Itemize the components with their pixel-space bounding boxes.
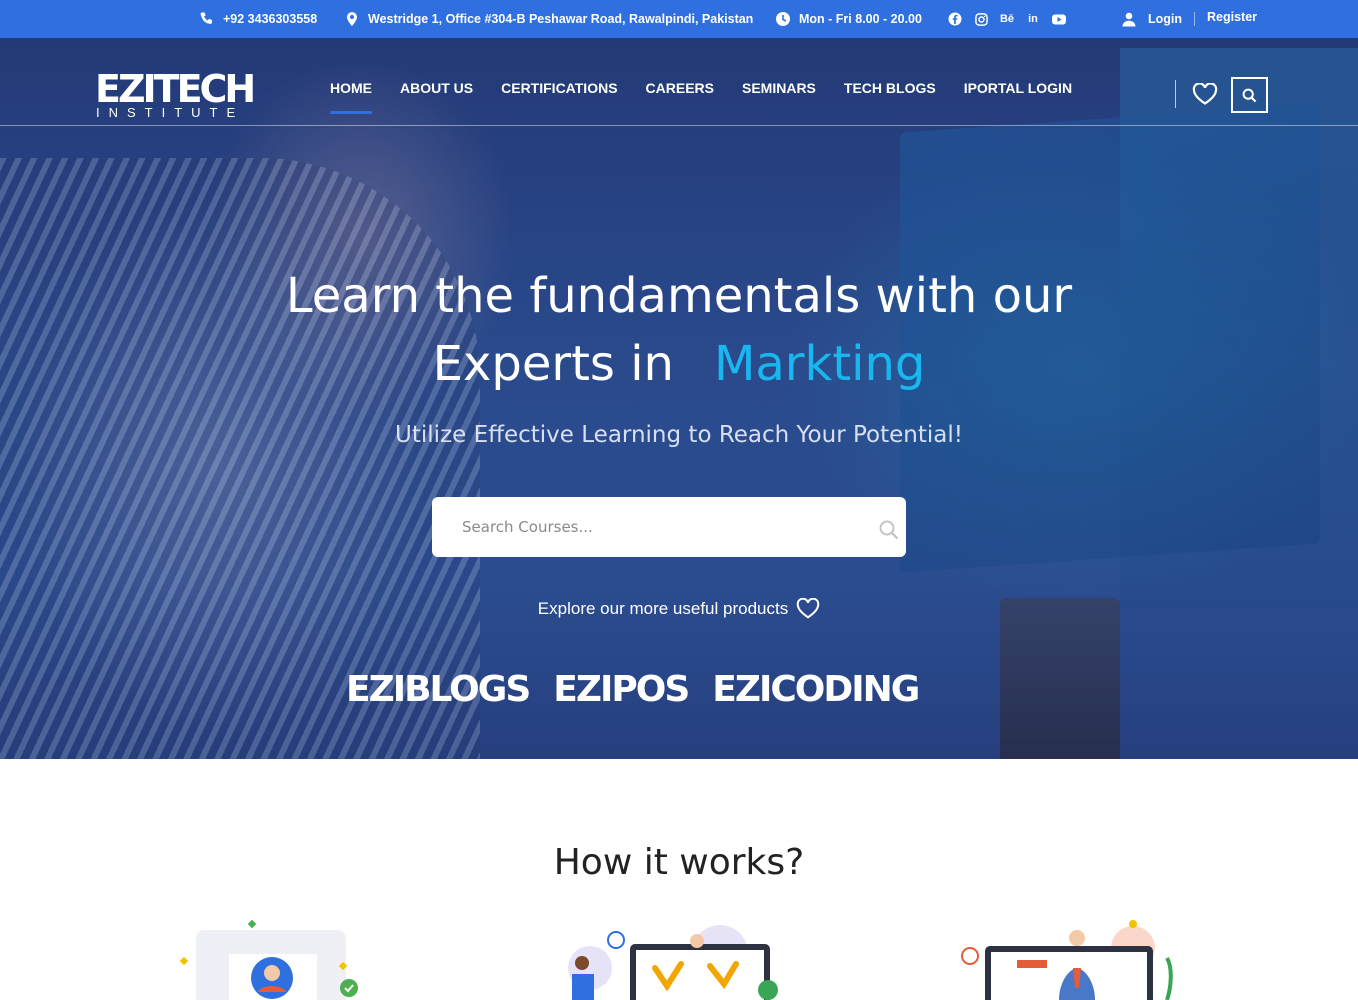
nav-item-certifications[interactable]: CERTIFICATIONS (501, 80, 617, 100)
step2-illustration (560, 918, 790, 1000)
nav-item-seminars[interactable]: SEMINARS (742, 80, 816, 100)
hero-headline-line2-text: Experts in (432, 336, 674, 392)
ezicoding-logo[interactable]: EZICODING (712, 669, 920, 710)
explore-text: Explore our more useful products (537, 598, 789, 618)
ezitech-logo[interactable]: EZITECH INSTITUTE (95, 67, 256, 122)
search-icon (1242, 88, 1257, 102)
auth-divider (1194, 12, 1196, 26)
nav-item-careers[interactable]: CAREERS (646, 80, 714, 100)
user-icon (1122, 12, 1136, 26)
linkedin-icon[interactable]: in (1026, 12, 1040, 26)
login-link[interactable]: Login (1148, 12, 1182, 26)
behance-icon[interactable]: Bē (1000, 12, 1014, 26)
how-it-works-title: How it works? (553, 842, 805, 883)
heart-icon (796, 598, 820, 619)
nav-menu: HOME ABOUT US CERTIFICATIONS CAREERS SEM… (330, 80, 1072, 114)
instagram-icon[interactable] (974, 12, 988, 26)
logo-subtitle: INSTITUTE (96, 105, 245, 120)
phone-number: +92 3436303558 (223, 12, 318, 26)
eziblogs-logo[interactable]: EZIBLOGS (346, 669, 531, 710)
header-search-button[interactable] (1231, 77, 1268, 113)
step3-illustration (955, 918, 1190, 1000)
auth-links: Login Register (1122, 0, 1257, 38)
address-text: Westridge 1, Office #304-B Peshawar Road… (368, 12, 754, 26)
youtube-icon[interactable] (1052, 12, 1066, 26)
ezipos-logo[interactable]: EZIPOS (553, 669, 690, 710)
social-links: Bē in (948, 0, 1066, 38)
product-logos: EZIBLOGS EZIPOS EZICODING (346, 666, 920, 712)
step1-illustration (166, 918, 376, 1000)
hero-headline: Learn the fundamentals with our Experts … (0, 262, 1358, 398)
nav-divider (1175, 80, 1176, 108)
hero-background-cup (1000, 598, 1120, 759)
register-link[interactable]: Register (1207, 10, 1257, 24)
top-info-bar: +92 3436303558 Westridge 1, Office #304-… (0, 0, 1358, 38)
nav-item-tech-blogs[interactable]: TECH BLOGS (844, 80, 936, 100)
hours-info: Mon - Fri 8.00 - 20.00 (775, 0, 922, 38)
hero-headline-accent: Markting (713, 336, 926, 392)
phone-icon (200, 12, 212, 24)
main-navigation: EZITECH INSTITUTE HOME ABOUT US CERTIFIC… (0, 38, 1358, 126)
course-search-input[interactable] (432, 497, 878, 557)
hours-text: Mon - Fri 8.00 - 20.00 (799, 12, 922, 26)
explore-products[interactable]: Explore our more useful products (0, 598, 1358, 619)
wishlist-heart-icon[interactable] (1192, 82, 1218, 105)
address-info: Westridge 1, Office #304-B Peshawar Road… (344, 0, 753, 38)
hero-headline-line2: Experts in Markting (0, 330, 1358, 398)
logo-wordmark: EZITECH (95, 67, 256, 111)
phone-info[interactable]: +92 3436303558 (199, 0, 317, 38)
hero-section: EZITECH INSTITUTE HOME ABOUT US CERTIFIC… (0, 38, 1358, 759)
hero-subheadline: Utilize Effective Learning to Reach Your… (395, 422, 963, 448)
nav-item-iportal-login[interactable]: IPORTAL LOGIN (964, 80, 1072, 100)
search-icon[interactable] (878, 519, 900, 541)
facebook-icon[interactable] (948, 12, 962, 26)
nav-item-home[interactable]: HOME (330, 80, 372, 114)
nav-item-about-us[interactable]: ABOUT US (400, 80, 473, 100)
clock-icon (776, 12, 790, 26)
location-pin-icon (347, 12, 357, 26)
course-search-box (432, 497, 906, 557)
hero-headline-line1: Learn the fundamentals with our (285, 268, 1073, 324)
